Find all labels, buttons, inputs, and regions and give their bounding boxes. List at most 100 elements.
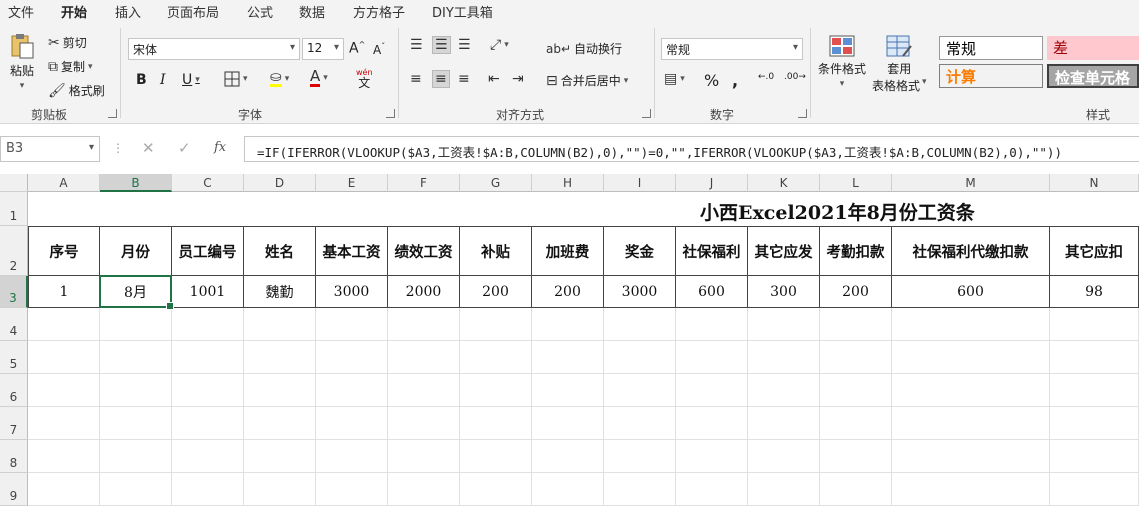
cell-e5[interactable]: [316, 341, 388, 374]
cell-l5[interactable]: [820, 341, 892, 374]
cell-g3[interactable]: 200: [460, 276, 532, 308]
formula-input[interactable]: =IF(IFERROR(VLOOKUP($A3,工资表!$A:B,COLUMN(…: [244, 136, 1139, 162]
cell-n3[interactable]: 98: [1050, 276, 1139, 308]
cell-b3[interactable]: 8月: [100, 276, 172, 308]
cell-k8[interactable]: [748, 440, 820, 473]
cell-d4[interactable]: [244, 308, 316, 341]
decrease-decimal-button[interactable]: .00→: [784, 72, 806, 82]
cell-d9[interactable]: [244, 473, 316, 506]
increase-decimal-button[interactable]: ←.0: [758, 72, 774, 82]
bold-button[interactable]: B: [136, 72, 147, 88]
cell-i3[interactable]: 3000: [604, 276, 676, 308]
row-header-8[interactable]: 8: [0, 440, 28, 473]
column-header-l[interactable]: L: [820, 174, 892, 192]
row-header-2[interactable]: 2: [0, 226, 28, 276]
cell-m2[interactable]: 社保福利代缴扣款: [892, 226, 1050, 276]
cell-l2[interactable]: 考勤扣款: [820, 226, 892, 276]
align-left-button[interactable]: ≡: [410, 72, 422, 86]
cell-e9[interactable]: [316, 473, 388, 506]
cell-a8[interactable]: [28, 440, 100, 473]
cell-i5[interactable]: [604, 341, 676, 374]
cell-k3[interactable]: 300: [748, 276, 820, 308]
cell-l7[interactable]: [820, 407, 892, 440]
cell-a6[interactable]: [28, 374, 100, 407]
cell-h5[interactable]: [532, 341, 604, 374]
column-header-a[interactable]: A: [28, 174, 100, 192]
wrap-text-button[interactable]: ab↵ 自动换行: [546, 40, 622, 57]
cell-l8[interactable]: [820, 440, 892, 473]
increase-font-button[interactable]: A^: [349, 40, 365, 57]
cell-a5[interactable]: [28, 341, 100, 374]
cell-j4[interactable]: [676, 308, 748, 341]
cell-j2[interactable]: 社保福利: [676, 226, 748, 276]
cell-d6[interactable]: [244, 374, 316, 407]
align-right-button[interactable]: ≡: [458, 72, 470, 86]
row-header-6[interactable]: 6: [0, 374, 28, 407]
cell-c8[interactable]: [172, 440, 244, 473]
row-header-4[interactable]: 4: [0, 308, 28, 341]
column-header-j[interactable]: J: [676, 174, 748, 192]
column-header-m[interactable]: M: [892, 174, 1050, 192]
cell-j9[interactable]: [676, 473, 748, 506]
cell-l6[interactable]: [820, 374, 892, 407]
menu-tab-5[interactable]: 数据: [299, 2, 325, 21]
cell-i6[interactable]: [604, 374, 676, 407]
clipboard-launcher-icon[interactable]: [108, 109, 117, 118]
menu-tab-4[interactable]: 公式: [247, 2, 273, 21]
cell-a7[interactable]: [28, 407, 100, 440]
format-as-table-button[interactable]: 套用 表格格式 ▾: [872, 34, 927, 94]
cell-m7[interactable]: [892, 407, 1050, 440]
cell-c5[interactable]: [172, 341, 244, 374]
cell-j3[interactable]: 600: [676, 276, 748, 308]
menu-tab-2[interactable]: 插入: [115, 2, 141, 21]
cell-b2[interactable]: 月份: [100, 226, 172, 276]
align-bottom-button[interactable]: ☰: [458, 38, 471, 52]
conditional-format-button[interactable]: 条件格式 ▾: [818, 34, 866, 89]
cell-n6[interactable]: [1050, 374, 1139, 407]
cell-f2[interactable]: 绩效工资: [388, 226, 460, 276]
cell-f4[interactable]: [388, 308, 460, 341]
cell-a9[interactable]: [28, 473, 100, 506]
cell-d5[interactable]: [244, 341, 316, 374]
row-header-7[interactable]: 7: [0, 407, 28, 440]
select-all-corner[interactable]: [0, 174, 28, 192]
menu-tab-1[interactable]: 开始: [61, 2, 88, 26]
cell-k9[interactable]: [748, 473, 820, 506]
underline-button[interactable]: U ▾: [182, 72, 200, 88]
cell-h6[interactable]: [532, 374, 604, 407]
paste-button[interactable]: 粘贴 ▾: [9, 32, 35, 91]
cell-g2[interactable]: 补贴: [460, 226, 532, 276]
column-header-d[interactable]: D: [244, 174, 316, 192]
cell-i4[interactable]: [604, 308, 676, 341]
font-launcher-icon[interactable]: [386, 109, 395, 118]
cell-k6[interactable]: [748, 374, 820, 407]
copy-button[interactable]: ⧉ 复制 ▾: [48, 58, 93, 75]
cell-e6[interactable]: [316, 374, 388, 407]
cell-l9[interactable]: [820, 473, 892, 506]
cell-f8[interactable]: [388, 440, 460, 473]
cell-e8[interactable]: [316, 440, 388, 473]
cell-f7[interactable]: [388, 407, 460, 440]
cell-j5[interactable]: [676, 341, 748, 374]
column-header-h[interactable]: H: [532, 174, 604, 192]
cell-m9[interactable]: [892, 473, 1050, 506]
cell-j7[interactable]: [676, 407, 748, 440]
cell-e4[interactable]: [316, 308, 388, 341]
cell-k4[interactable]: [748, 308, 820, 341]
italic-button[interactable]: I: [160, 72, 166, 88]
percent-button[interactable]: %: [704, 71, 719, 90]
cell-m4[interactable]: [892, 308, 1050, 341]
cell-m5[interactable]: [892, 341, 1050, 374]
cell-k7[interactable]: [748, 407, 820, 440]
column-header-i[interactable]: I: [604, 174, 676, 192]
cell-a4[interactable]: [28, 308, 100, 341]
cell-h7[interactable]: [532, 407, 604, 440]
cell-f3[interactable]: 2000: [388, 276, 460, 308]
style-bad[interactable]: 差: [1047, 36, 1139, 60]
cell-d3[interactable]: 魏勤: [244, 276, 316, 308]
cut-button[interactable]: ✂ 剪切: [48, 34, 87, 51]
cell-c2[interactable]: 员工编号: [172, 226, 244, 276]
confirm-icon[interactable]: ✓: [178, 139, 191, 157]
cell-n8[interactable]: [1050, 440, 1139, 473]
cell-g9[interactable]: [460, 473, 532, 506]
